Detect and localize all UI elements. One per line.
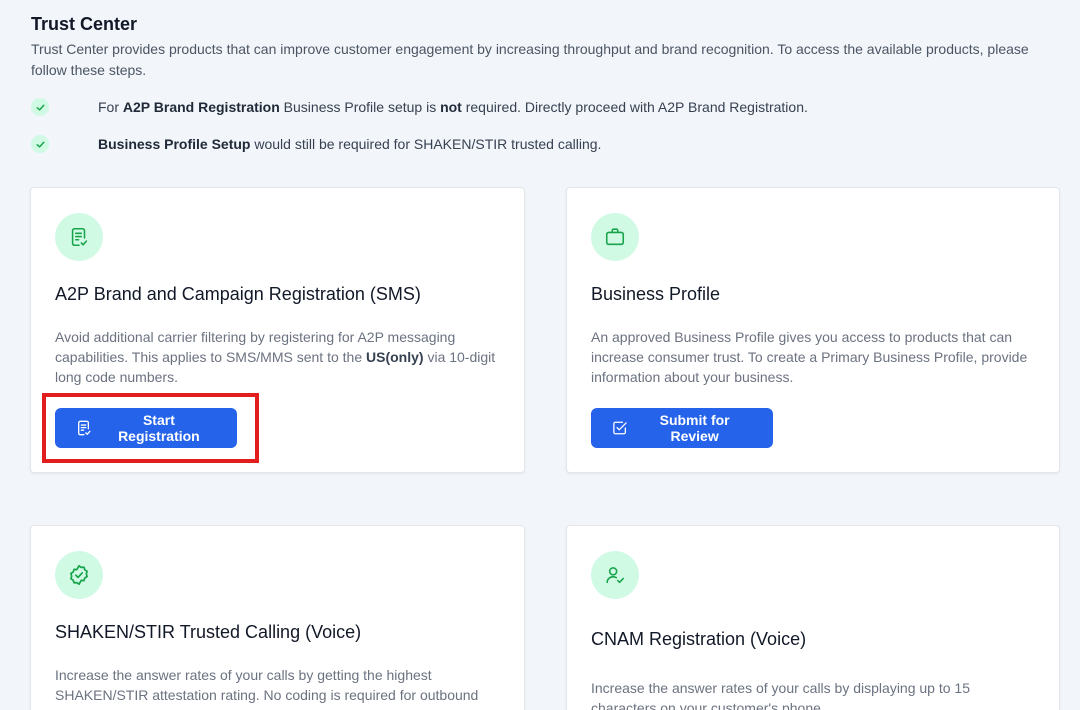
submit-for-review-button[interactable]: Submit for Review [591, 408, 773, 448]
cnam-registration-card: CNAM Registration (Voice) Increase the a… [566, 525, 1060, 710]
briefcase-icon [591, 213, 639, 261]
intro-text: Trust Center provides products that can … [31, 41, 1029, 78]
user-check-icon [591, 551, 639, 599]
card-description: An approved Business Profile gives you a… [591, 329, 1028, 385]
verified-badge-icon [55, 551, 103, 599]
card-title: A2P Brand and Campaign Registration (SMS… [55, 284, 421, 304]
card-description: Increase the answer rates of your calls … [55, 667, 479, 710]
check-icon [31, 135, 49, 153]
step-text: Business Profile Setup would still be re… [98, 136, 602, 152]
card-title: SHAKEN/STIR Trusted Calling (Voice) [55, 622, 362, 642]
checkbox-icon [613, 421, 627, 435]
card-title: CNAM Registration (Voice) [591, 629, 807, 649]
step-item: Business Profile Setup would still be re… [31, 134, 601, 154]
step-text: For A2P Brand Registration Business Prof… [98, 99, 808, 115]
check-icon [31, 98, 49, 116]
button-label: Start Registration [118, 412, 200, 444]
a2p-registration-card: A2P Brand and Campaign Registration (SMS… [30, 187, 525, 473]
business-profile-card: Business Profile An approved Business Pr… [566, 187, 1060, 473]
page-title: Trust Center [31, 14, 138, 34]
registration-doc-icon [78, 420, 91, 436]
card-title: Business Profile [591, 284, 721, 304]
card-description: Avoid additional carrier filtering by re… [55, 329, 496, 385]
step-item: For A2P Brand Registration Business Prof… [31, 97, 808, 117]
button-label: Submit for Review [659, 412, 730, 444]
start-registration-button[interactable]: Start Registration [55, 408, 237, 448]
shaken-stir-card: SHAKEN/STIR Trusted Calling (Voice) Incr… [30, 525, 525, 710]
card-description: Increase the answer rates of your calls … [591, 680, 970, 710]
registration-doc-icon [55, 213, 103, 261]
